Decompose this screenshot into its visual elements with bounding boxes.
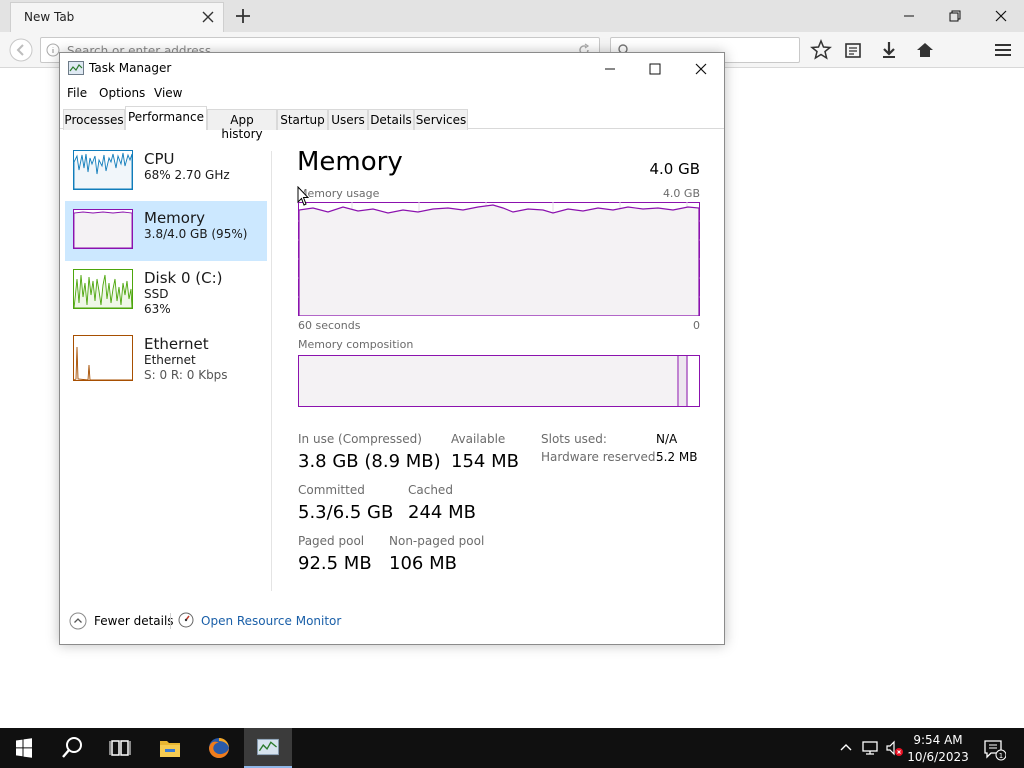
action-center-icon[interactable]: 1 [982,737,1006,761]
download-icon[interactable] [876,37,902,63]
paged-pool-label: Paged pool [298,534,365,548]
sidebar-disk-type: SSD [144,287,169,301]
sidebar-memory-name: Memory [144,209,206,227]
non-paged-pool-value: 106 MB [389,553,457,574]
available-value: 154 MB [451,451,519,472]
chevron-up-tray-icon[interactable] [836,738,856,758]
new-tab-icon[interactable] [232,5,254,27]
tm-maximize-icon[interactable] [632,55,678,83]
sidebar-item-memory[interactable]: Memory 3.8/4.0 GB (95%) [65,201,267,261]
resource-monitor-icon [178,612,194,628]
mouse-pointer-icon [297,186,309,206]
hamburger-menu-icon[interactable] [990,37,1016,63]
memory-usage-label: Memory usage [298,187,380,200]
memory-usage-max: 4.0 GB [662,187,700,200]
tm-minimize-icon[interactable] [587,55,633,83]
committed-label: Committed [298,483,365,497]
chevron-up-icon[interactable] [69,612,87,630]
non-paged-pool-label: Non-paged pool [389,534,485,548]
minimize-icon[interactable] [886,3,932,29]
sidebar-disk-usage: 63% [144,302,171,316]
back-icon[interactable] [8,37,34,63]
memory-composition-bar [298,355,700,407]
task-manager-app-icon [68,61,84,75]
tm-close-icon[interactable] [678,55,724,83]
search-taskbar-icon[interactable] [48,728,96,768]
in-use-label: In use (Compressed) [298,432,422,446]
open-resource-monitor-link[interactable]: Open Resource Monitor [201,614,341,628]
task-manager-menubar: File Options View [60,83,724,105]
memory-composition-label: Memory composition [298,338,414,351]
tab-processes[interactable]: Processes [63,109,125,130]
menu-file[interactable]: File [67,86,87,100]
sidebar-item-cpu[interactable]: CPU 68% 2.70 GHz [65,142,267,202]
pane-divider[interactable] [271,151,272,591]
browser-tab[interactable]: New Tab [10,2,224,32]
tab-title: New Tab [24,10,75,24]
sidebar-disk-name: Disk 0 (C:) [144,269,223,287]
task-manager-tabs: Processes Performance App history Startu… [60,106,724,141]
clock-date[interactable]: 10/6/2023 [906,750,970,764]
paged-pool-value: 92.5 MB [298,553,372,574]
close-tab-icon[interactable] [201,10,215,24]
network-icon[interactable] [860,738,880,758]
memory-total: 4.0 GB [649,160,700,178]
disk-thumbnail-graph [73,269,133,309]
home-icon[interactable] [912,37,938,63]
windows-taskbar: 9:54 AM 10/6/2023 1 [0,728,1024,768]
sidebar-ethernet-throughput: S: 0 R: 0 Kbps [144,368,228,382]
cpu-thumbnail-graph [73,150,133,190]
task-manager-footer: Fewer details Open Resource Monitor [60,609,724,633]
sidebar-item-ethernet[interactable]: Ethernet Ethernet S: 0 R: 0 Kbps [65,327,267,393]
task-view-icon[interactable] [96,728,144,768]
close-window-icon[interactable] [978,3,1024,29]
sidebar-ethernet-adapter: Ethernet [144,353,196,367]
graph-x-left-label: 60 seconds [298,319,361,332]
tab-services[interactable]: Services [414,109,468,130]
task-manager-titlebar[interactable]: Task Manager [60,53,724,83]
sidebar-ethernet-name: Ethernet [144,335,209,353]
tab-app-history[interactable]: App history [207,109,277,141]
volume-muted-icon[interactable] [884,738,904,758]
tab-performance[interactable]: Performance [125,106,207,130]
sidebar-memory-detail: 3.8/4.0 GB (95%) [144,227,248,241]
hardware-reserved-label: Hardware reserved: [541,450,660,464]
committed-value: 5.3/6.5 GB [298,502,394,523]
menu-view[interactable]: View [154,86,182,100]
in-use-value: 3.8 GB (8.9 MB) [298,451,441,472]
hardware-reserved-value: 5.2 MB [656,450,698,464]
available-label: Available [451,432,506,446]
task-manager-title: Task Manager [89,61,172,75]
footer-separator [170,613,171,629]
notification-count: 1 [999,752,1003,760]
info-icon[interactable] [46,43,60,57]
reading-list-icon[interactable] [840,37,866,63]
sidebar-cpu-name: CPU [144,150,175,168]
bookmark-star-icon[interactable] [808,37,834,63]
tab-startup[interactable]: Startup [277,109,328,130]
slots-used-label: Slots used: [541,432,607,446]
task-manager-taskbar-icon[interactable] [244,728,292,768]
tab-details[interactable]: Details [368,109,414,130]
tab-users[interactable]: Users [328,109,368,130]
file-explorer-icon[interactable] [146,728,194,768]
task-manager-window: Task Manager File Options View Processes… [59,52,725,645]
clock-time[interactable]: 9:54 AM [906,733,970,747]
firefox-icon[interactable] [195,728,243,768]
memory-heading: Memory [297,147,403,177]
restore-icon[interactable] [932,3,978,29]
graph-x-right-label: 0 [693,319,700,332]
memory-usage-graph [298,202,700,316]
sidebar-cpu-detail: 68% 2.70 GHz [144,168,230,182]
fewer-details-button[interactable]: Fewer details [94,614,174,628]
cached-value: 244 MB [408,502,476,523]
sidebar-item-disk[interactable]: Disk 0 (C:) SSD 63% [65,261,267,321]
memory-thumbnail-graph [73,209,133,249]
windows-start-icon[interactable] [0,728,48,768]
browser-tabstrip: New Tab [0,0,1024,32]
ethernet-thumbnail-graph [73,335,133,381]
cached-label: Cached [408,483,453,497]
menu-options[interactable]: Options [99,86,145,100]
slots-used-value: N/A [656,432,678,446]
